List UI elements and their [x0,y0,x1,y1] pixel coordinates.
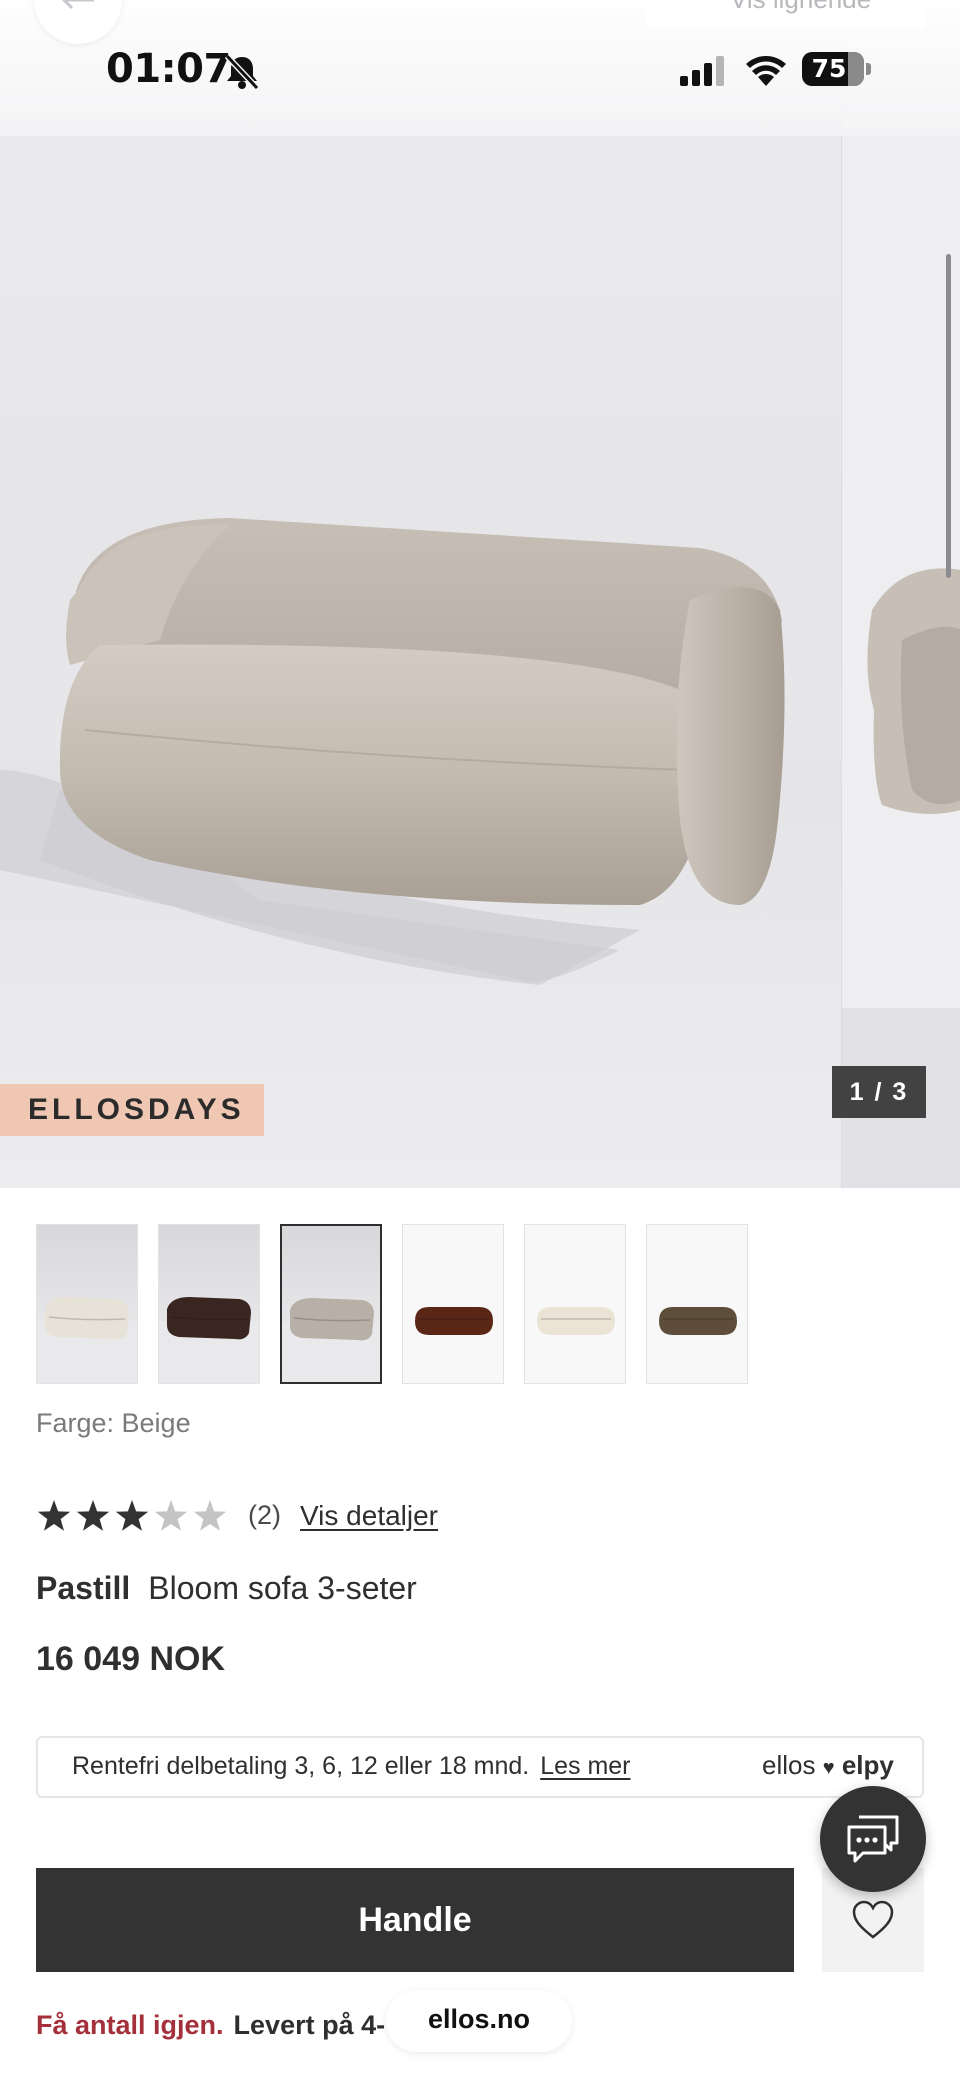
battery-body: 75 [802,52,864,86]
arrow-left-icon [61,0,94,10]
show-similar-label: Vis lignende [730,0,871,15]
swatch-sofa-image [415,1307,493,1335]
color-swatch[interactable] [36,1224,138,1384]
color-swatch[interactable] [646,1224,748,1384]
next-image-sofa [867,568,960,814]
product-rating: (2) Vis detaljer [36,1496,636,1536]
heart-icon: ♥ [822,1757,835,1779]
selected-color-label: Farge: Beige [36,1408,191,1438]
installment-text: Rentefri delbetaling 3, 6, 12 eller 18 m… [72,1752,631,1781]
browser-url-bar[interactable]: ellos.no [386,1990,572,2052]
browser-url: ellos.no [427,2004,530,2034]
battery-tip [866,63,871,75]
wifi-icon [746,56,786,86]
star-filled-icon [115,1500,149,1531]
promo-badge-text: ELLOSDAYS [28,1093,245,1126]
star-filled-icon [76,1500,110,1531]
heart-outline-icon [852,1900,894,1939]
add-to-cart-button[interactable]: Handle [36,1868,794,1972]
product-image-gallery[interactable]: 01:07 75 ELLOSDAYS 1 / 3 [0,0,960,1188]
gallery-scrollbar[interactable] [946,254,951,578]
delivery-info: Få antall igjen. Levert på 4- [36,2010,385,2041]
battery-percent: 75 [811,54,847,83]
product-name: Bloom sofa 3-seter [148,1570,417,1606]
rating-stars [37,1500,227,1531]
swatch-sofa-image [537,1307,615,1335]
logo-elpy-text: elpy [841,1750,894,1780]
installment-info-box: Rentefri delbetaling 3, 6, 12 eller 18 m… [36,1736,924,1798]
bell-muted-icon [224,53,260,90]
rating-count: (2) [248,1500,281,1530]
color-swatch-list [36,1224,916,1384]
promo-badge: ELLOSDAYS [0,1084,264,1136]
color-swatch[interactable] [524,1224,626,1384]
read-more-link[interactable]: Les mer [540,1752,630,1780]
swatch-sofa-image [37,1297,137,1383]
logo-ellos-text: ellos [762,1750,816,1780]
star-empty-icon [193,1500,227,1531]
low-stock-warning: Få antall igjen. [36,2010,224,2040]
color-swatch[interactable] [280,1224,382,1384]
cellular-signal-icon [680,56,724,86]
delivery-estimate: Levert på 4- [233,2010,386,2040]
chat-button[interactable] [820,1786,926,1892]
swatch-sofa-image [659,1307,737,1335]
product-image-sofa[interactable] [0,0,841,1188]
show-similar-button[interactable]: Vis lignende [646,0,926,28]
star-filled-icon [37,1500,71,1531]
battery-indicator: 75 [802,52,872,86]
view-details-link[interactable]: Vis detaljer [300,1500,438,1532]
product-title: Pastill Bloom sofa 3-seter [36,1570,417,1607]
ellos-elpy-logo: ellos ♥ elpy [762,1750,894,1781]
installment-description: Rentefri delbetaling 3, 6, 12 eller 18 m… [72,1752,530,1780]
product-price: 16 049 NOK [36,1640,225,1678]
status-time: 01:07 [106,46,231,92]
image-counter: 1 / 3 [832,1066,926,1118]
swatch-sofa-image [159,1297,259,1383]
swatch-sofa-image [282,1298,380,1382]
color-swatch[interactable] [158,1224,260,1384]
next-image-preview[interactable] [841,0,960,1188]
chat-bubbles-icon [847,1815,899,1863]
color-swatch[interactable] [402,1224,504,1384]
star-empty-icon [154,1500,188,1531]
product-brand: Pastill [36,1570,131,1606]
